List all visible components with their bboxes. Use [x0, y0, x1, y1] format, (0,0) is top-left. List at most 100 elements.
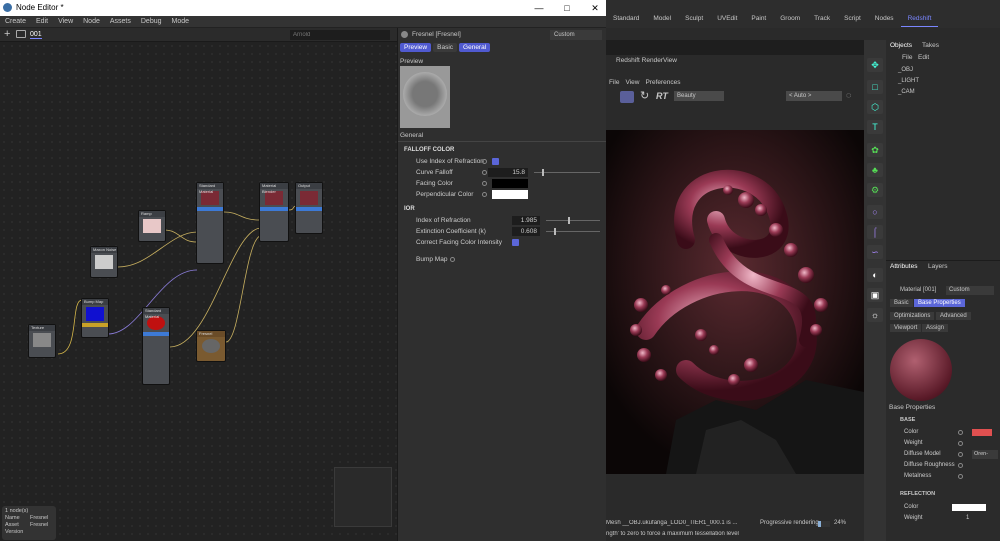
layout-standard[interactable]: Standard	[606, 12, 646, 26]
layout-model[interactable]: Model	[646, 12, 678, 26]
move-tool-icon[interactable]: ✥	[867, 58, 883, 72]
btn-optimizations[interactable]: Optimizations	[890, 312, 935, 320]
zoom-dropdown[interactable]: < Auto >	[786, 91, 842, 101]
keyframe-icon[interactable]	[482, 181, 487, 186]
menu-create[interactable]: Create	[0, 16, 31, 28]
btn-assign[interactable]: Assign	[922, 324, 949, 332]
menu-view[interactable]: View	[53, 16, 78, 28]
graph-tab[interactable]: 001	[30, 31, 42, 39]
obj-menu-edit[interactable]: Edit	[918, 54, 929, 61]
layout-redshift[interactable]: Redshift	[900, 12, 939, 27]
menu-debug[interactable]: Debug	[136, 16, 167, 28]
tab-basic[interactable]: Basic	[433, 43, 458, 52]
rv-menu-preferences[interactable]: Preferences	[642, 79, 683, 86]
spline-icon[interactable]: ∽	[867, 245, 883, 259]
menu-node[interactable]: Node	[78, 16, 105, 28]
refl-weight-value[interactable]: 1	[966, 513, 969, 524]
btn-advanced[interactable]: Advanced	[936, 312, 971, 320]
camera-icon[interactable]: ▣	[867, 288, 883, 302]
bump-map-node[interactable]: Bump Map	[81, 298, 109, 338]
render-button[interactable]	[620, 91, 634, 103]
fresnel-node[interactable]: Fresnel	[196, 330, 226, 362]
ior-field[interactable]: 1.985	[512, 216, 540, 225]
refresh-icon[interactable]: ↻	[640, 89, 649, 102]
minimap[interactable]	[334, 467, 392, 527]
deformer-icon[interactable]: ○	[867, 205, 883, 219]
keyframe-icon[interactable]	[958, 430, 963, 435]
perp-color-swatch[interactable]	[492, 190, 528, 199]
ramp-node[interactable]: Ramp	[138, 210, 166, 242]
keyframe-icon[interactable]	[958, 463, 963, 468]
object-obj[interactable]: _OBJ	[898, 67, 913, 73]
cloner-icon[interactable]: ♣	[867, 163, 883, 177]
standard-material-node-bottom[interactable]: Standard Material	[142, 307, 170, 385]
use-ior-checkbox[interactable]	[492, 158, 499, 165]
keyframe-icon[interactable]	[958, 441, 963, 446]
minimize-button[interactable]: —	[528, 0, 550, 16]
layout-track[interactable]: Track	[807, 12, 837, 26]
layout-groom[interactable]: Groom	[773, 12, 807, 26]
layout-uvedit[interactable]: UVEdit	[710, 12, 744, 26]
layout-nodes[interactable]: Nodes	[868, 12, 901, 26]
correct-facing-checkbox[interactable]	[512, 239, 519, 246]
lock-icon[interactable]: ◌	[846, 90, 851, 100]
rv-menu-file[interactable]: File	[606, 79, 622, 86]
texture-node[interactable]: Texture	[28, 324, 56, 358]
search-input[interactable]	[290, 30, 390, 40]
curve-falloff-field[interactable]: 15.8	[488, 168, 528, 177]
bend-icon[interactable]: ⌠	[867, 225, 883, 239]
aov-dropdown[interactable]: Beauty	[674, 91, 724, 101]
generator-icon[interactable]: ✿	[867, 143, 883, 157]
sky-icon[interactable]: ◐	[867, 268, 883, 282]
material-blender-node[interactable]: Material Blender	[259, 182, 289, 242]
keyframe-icon[interactable]	[482, 192, 487, 197]
extinction-slider[interactable]	[546, 228, 600, 235]
menu-edit[interactable]: Edit	[31, 16, 53, 28]
curve-falloff-slider[interactable]	[534, 169, 600, 176]
tab-attributes[interactable]: Attributes	[890, 263, 917, 270]
standard-material-node-top[interactable]: Standard Material	[196, 182, 224, 264]
tab-general[interactable]: General	[459, 43, 491, 52]
ior-slider[interactable]	[546, 217, 600, 224]
keyframe-icon[interactable]	[482, 170, 487, 175]
object-light[interactable]: _LIGHT	[898, 78, 919, 84]
btn-basic[interactable]: Basic	[890, 299, 913, 307]
menu-assets[interactable]: Assets	[105, 16, 136, 28]
keyframe-icon[interactable]	[958, 452, 963, 457]
keyframe-icon[interactable]	[482, 159, 487, 164]
color-swatch[interactable]	[972, 429, 992, 436]
rt-toggle[interactable]: RT	[656, 91, 668, 101]
close-button[interactable]: ✕	[584, 0, 606, 16]
preset-dropdown[interactable]: Custom	[550, 30, 602, 40]
tab-preview[interactable]: Preview	[400, 43, 432, 52]
extinction-field[interactable]: 0.608	[512, 227, 540, 236]
obj-menu-file[interactable]: File	[902, 54, 912, 61]
btn-base-properties[interactable]: Base Properties	[914, 299, 965, 307]
attr-preset-dropdown[interactable]: Custom	[946, 286, 994, 295]
light-icon[interactable]: ☼	[867, 308, 883, 322]
keyframe-icon[interactable]	[958, 474, 963, 479]
text-tool-icon[interactable]: T	[867, 120, 883, 134]
layout-paint[interactable]: Paint	[744, 12, 773, 26]
refl-color-swatch[interactable]	[952, 504, 986, 511]
primitive-icon[interactable]: ⬡	[867, 100, 883, 114]
tab-objects[interactable]: Objects	[890, 42, 912, 49]
menu-mode[interactable]: Mode	[167, 16, 195, 28]
facing-color-swatch[interactable]	[492, 179, 528, 188]
output-node[interactable]: Output	[295, 182, 323, 234]
tab-layers[interactable]: Layers	[928, 263, 948, 270]
rv-menu-view[interactable]: View	[622, 79, 642, 86]
diffuse-model-dropdown[interactable]: Oren-	[972, 450, 998, 459]
btn-viewport[interactable]: Viewport	[890, 324, 922, 332]
effector-icon[interactable]: ⚙	[867, 183, 883, 197]
tab-takes[interactable]: Takes	[922, 42, 939, 49]
cube-tool-icon[interactable]: □	[867, 80, 883, 94]
layout-sculpt[interactable]: Sculpt	[678, 12, 710, 26]
maximize-button[interactable]: □	[556, 0, 578, 16]
add-icon[interactable]: +	[4, 28, 10, 40]
keyframe-icon[interactable]	[450, 257, 455, 262]
maxon-noise-node[interactable]: Maxon Noise	[90, 246, 118, 278]
layout-script[interactable]: Script	[837, 12, 868, 26]
tag-icon[interactable]	[16, 30, 26, 38]
object-cam[interactable]: _CAM	[898, 89, 915, 95]
